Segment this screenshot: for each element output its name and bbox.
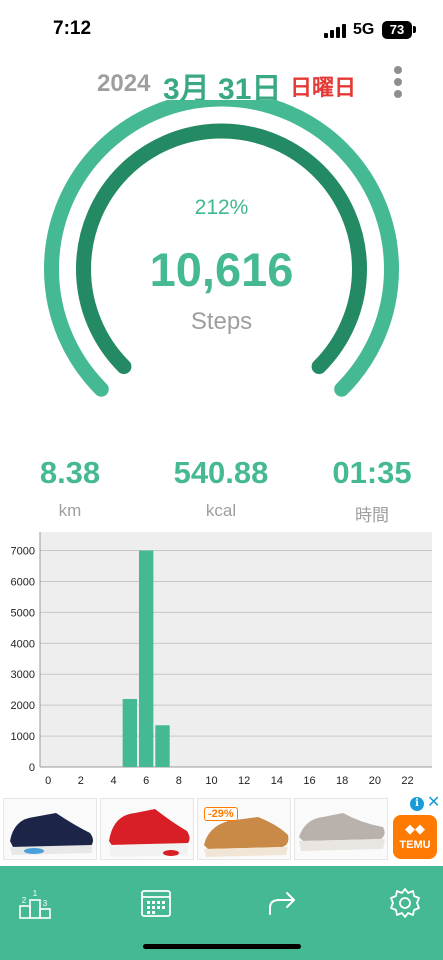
- distance-value: 8.38: [39, 455, 101, 490]
- step-count: 10,616: [149, 243, 294, 296]
- x-tick-label: 0: [45, 775, 51, 787]
- time-value: 01:35: [332, 455, 412, 490]
- x-tick-label: 6: [143, 775, 149, 787]
- signal-icon: [324, 24, 348, 38]
- ad-product-tan-shoe[interactable]: -29%: [197, 798, 291, 860]
- share-arrow-icon[interactable]: [257, 878, 307, 928]
- x-tick-label: 18: [336, 775, 348, 787]
- calendar-icon[interactable]: [131, 878, 181, 928]
- status-bar: 7:12 5G 73: [0, 0, 443, 60]
- discount-badge: -29%: [204, 807, 238, 821]
- x-tick-label: 14: [271, 775, 283, 787]
- x-tick-label: 16: [303, 775, 315, 787]
- chart-svg: 0 1000 2000 3000 4000 5000 6000 7000 0 2 4 6 8 10 12 14…: [11, 532, 432, 787]
- x-tick-label: 4: [110, 775, 116, 787]
- x-tick-label: 2: [78, 775, 84, 787]
- date-header: 2024 3月 31日 日曜日: [0, 62, 443, 106]
- y-tick-label: 3000: [11, 669, 35, 681]
- calorie-stat: 540.88 kcal: [151, 455, 291, 521]
- hourly-steps-chart: 0 1000 2000 3000 4000 5000 6000 7000 0 2 4 6 8 10 12 14…: [0, 530, 443, 792]
- temu-brand: TEMU: [399, 839, 431, 851]
- gear-icon[interactable]: [380, 878, 430, 928]
- podium-ranking-icon[interactable]: 1 2 3: [10, 878, 60, 928]
- svg-text:2: 2: [22, 896, 27, 905]
- time-unit: 時間: [355, 506, 389, 525]
- distance-stat: 8.38 km: [0, 455, 140, 521]
- ad-product-navy-shoe[interactable]: [3, 798, 97, 860]
- calorie-value: 540.88: [173, 455, 269, 490]
- y-tick-label: 4000: [11, 638, 35, 650]
- chart-bar: [155, 725, 170, 767]
- network-type: 5G: [353, 21, 375, 38]
- x-tick-label: 10: [205, 775, 217, 787]
- svg-text:1: 1: [33, 889, 38, 898]
- x-tick-label: 22: [401, 775, 413, 787]
- calorie-unit: kcal: [205, 501, 237, 520]
- y-tick-label: 2000: [11, 700, 35, 712]
- status-time: 7:12: [53, 18, 92, 39]
- ad-product-red-shoe[interactable]: [100, 798, 194, 860]
- more-menu-icon[interactable]: [390, 66, 406, 98]
- navy-shoe-image: [10, 813, 93, 855]
- y-tick-label: 5000: [11, 607, 35, 619]
- distance-unit: km: [58, 501, 82, 520]
- x-tick-label: 12: [238, 775, 250, 787]
- y-tick-label: 7000: [11, 546, 35, 558]
- svg-text:3: 3: [43, 899, 48, 908]
- red-shoe-image: [109, 809, 190, 857]
- date-weekday: 日曜日: [290, 75, 357, 100]
- goal-percent: 212%: [194, 196, 249, 219]
- steps-label: Steps: [190, 308, 253, 335]
- close-icon[interactable]: ✕: [427, 794, 440, 812]
- battery-tip: [413, 26, 416, 33]
- y-tick-label: 1000: [11, 731, 35, 743]
- info-icon[interactable]: i: [410, 797, 424, 811]
- chart-bar: [122, 698, 138, 767]
- x-tick-label: 8: [176, 775, 182, 787]
- chart-bar: [138, 550, 154, 767]
- x-tick-label: 20: [369, 775, 381, 787]
- grey-shoe-image: [299, 813, 385, 851]
- ad-product-grey-shoe[interactable]: [294, 798, 388, 860]
- y-tick-label: 6000: [11, 576, 35, 588]
- home-indicator: [143, 944, 301, 949]
- battery-icon: 73: [382, 21, 412, 39]
- date-year: 2024: [97, 70, 151, 97]
- ad-banner[interactable]: -29%: [0, 795, 443, 863]
- y-tick-label: 0: [29, 762, 35, 774]
- temu-logo[interactable]: ◆◆ TEMU: [393, 815, 437, 859]
- temu-glyph: ◆◆: [405, 821, 425, 836]
- plot-background: [40, 532, 432, 767]
- time-stat: 01:35 時間: [302, 455, 442, 526]
